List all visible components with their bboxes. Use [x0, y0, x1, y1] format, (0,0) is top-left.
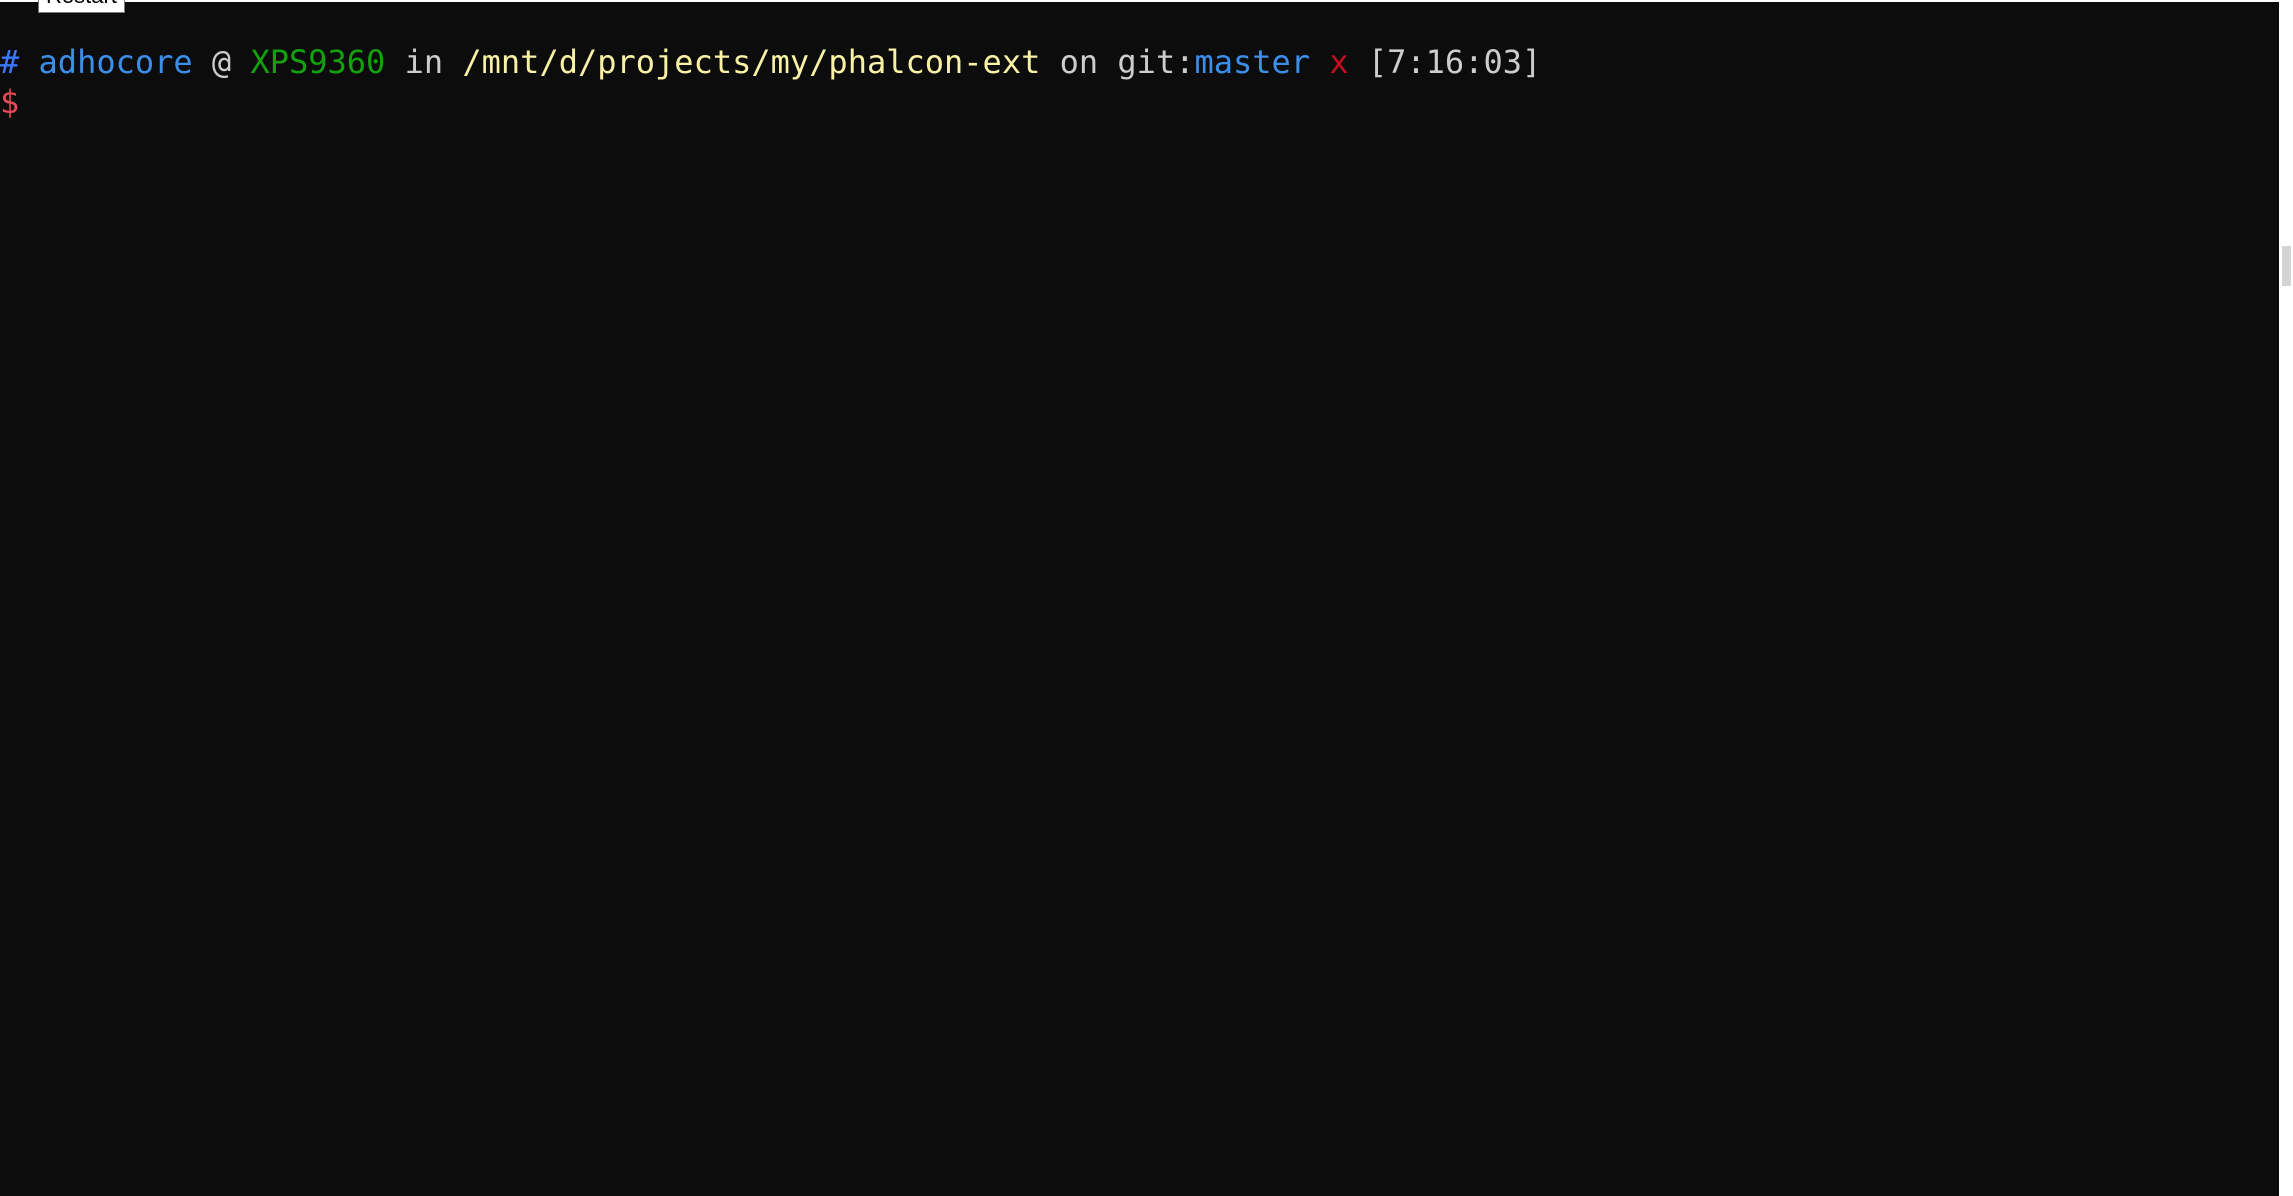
- prompt-time: [7:16:03]: [1367, 43, 1542, 81]
- prompt-at: @: [211, 43, 232, 81]
- prompt-dirty-mark: x: [1329, 43, 1349, 81]
- prompt-on: on: [1059, 43, 1099, 81]
- prompt-host: XPS9360: [250, 43, 386, 81]
- prompt-line: # adhocore @ XPS9360 in /mnt/d/projects/…: [0, 41, 1541, 83]
- prompt-hash: #: [0, 43, 20, 81]
- prompt-branch: master: [1194, 43, 1311, 81]
- scrollbar-track[interactable]: [2279, 0, 2293, 1196]
- restart-tooltip: Restart: [38, 0, 125, 13]
- prompt-user: adhocore: [38, 43, 193, 81]
- terminal-window[interactable]: Restart # adhocore @ XPS9360 in /mnt/d/p…: [0, 0, 2279, 1196]
- prompt-path: /mnt/d/projects/my/phalcon-ext: [462, 43, 1041, 81]
- scrollbar-thumb[interactable]: [2282, 246, 2291, 286]
- prompt-symbol: $: [0, 83, 20, 121]
- input-line[interactable]: $: [0, 81, 21, 123]
- window-top-edge: [0, 0, 2279, 2]
- prompt-git-label: git:: [1117, 43, 1195, 81]
- prompt-in: in: [404, 43, 444, 81]
